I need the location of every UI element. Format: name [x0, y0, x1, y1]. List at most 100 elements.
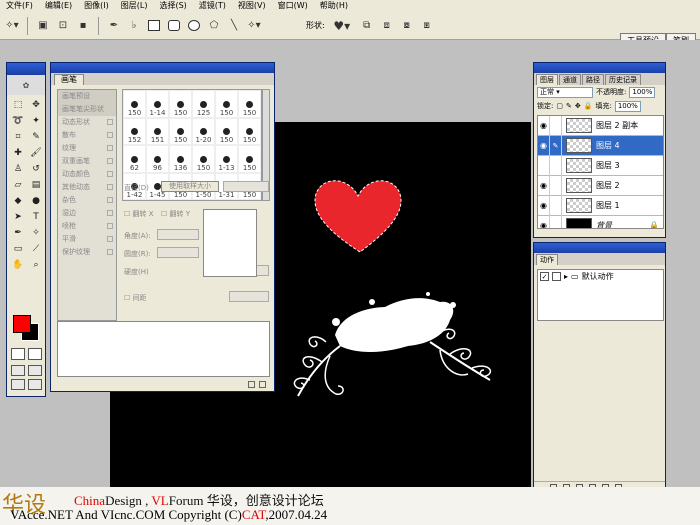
blur-tool-icon[interactable]: ◆: [10, 194, 26, 208]
ellipse-tool-icon[interactable]: [186, 18, 202, 34]
custom-shape-icon[interactable]: ✧▾: [246, 18, 262, 34]
path-select-icon[interactable]: ➤: [10, 210, 26, 224]
menu-select[interactable]: 选择(S): [153, 0, 192, 12]
combine-exclude-icon[interactable]: ⧆: [419, 18, 435, 34]
tool-preset-picker[interactable]: ✧▾: [4, 18, 20, 34]
notes-tool-icon[interactable]: ▭: [10, 242, 26, 256]
polygon-tool-icon[interactable]: ⬠: [206, 18, 222, 34]
layers-titlebar[interactable]: [534, 63, 665, 73]
menu-filter[interactable]: 滤镜(T): [193, 0, 232, 12]
eye-icon[interactable]: ◉: [538, 135, 550, 156]
diameter-field[interactable]: [223, 181, 269, 192]
brush-tip[interactable]: 150: [238, 90, 261, 118]
tab-paths[interactable]: 路径: [582, 74, 604, 85]
brush-tip[interactable]: 62: [123, 145, 146, 173]
texture-item[interactable]: 纹理: [58, 142, 116, 155]
use-sample-size-button[interactable]: 使用取样大小: [161, 181, 219, 192]
brush-tip[interactable]: 150: [169, 90, 192, 118]
paths-button[interactable]: ⊡: [55, 18, 71, 34]
eye-icon[interactable]: [538, 155, 550, 176]
toolbox-titlebar[interactable]: [7, 63, 45, 75]
brush-tip[interactable]: 150: [169, 117, 192, 145]
hand-tool-icon[interactable]: ✋: [10, 258, 26, 272]
brush-tip-shape-item[interactable]: 画笔笔尖形状: [58, 103, 116, 116]
menu-layer[interactable]: 图层(L): [115, 0, 154, 12]
pen-tool-icon[interactable]: ✒: [106, 18, 122, 34]
brush-tip[interactable]: 136: [169, 145, 192, 173]
brush-tip[interactable]: 150: [215, 90, 238, 118]
screen-mode-standard-button[interactable]: [11, 365, 25, 376]
dialog-toggle-icon[interactable]: [552, 272, 561, 281]
fill-field[interactable]: 100%: [614, 100, 641, 112]
color-dynamics-item[interactable]: 动态颜色: [58, 168, 116, 181]
brush-tool-icon[interactable]: 🖌: [28, 146, 44, 160]
brush-tip[interactable]: 96: [146, 145, 169, 173]
airbrush-item[interactable]: 喷枪: [58, 220, 116, 233]
line-tool-icon[interactable]: ╲: [226, 18, 242, 34]
actions-titlebar[interactable]: [534, 243, 665, 253]
history-brush-icon[interactable]: ↺: [28, 162, 44, 176]
spacing-checkbox[interactable]: ☐ 间距: [124, 293, 147, 303]
shape-picker-heart-icon[interactable]: ♥▾: [329, 18, 355, 34]
brush-tip[interactable]: 150: [238, 145, 261, 173]
scattering-item[interactable]: 散布: [58, 129, 116, 142]
marquee-tool-icon[interactable]: ⬚: [10, 98, 26, 112]
lock-transparent-icon[interactable]: ▢: [556, 102, 563, 110]
menu-edit[interactable]: 编辑(E): [39, 0, 78, 12]
slice-tool-icon[interactable]: ✎: [28, 130, 44, 144]
eraser-tool-icon[interactable]: ▱: [10, 178, 26, 192]
other-dynamics-item[interactable]: 其他动态: [58, 181, 116, 194]
jump-to-imageready-button[interactable]: [28, 379, 42, 390]
magic-wand-icon[interactable]: ✦: [28, 114, 44, 128]
menu-help[interactable]: 帮助(H): [314, 0, 354, 12]
brush-tip[interactable]: 1-13: [215, 145, 238, 173]
layer-row[interactable]: ◉ 图层 2 副本: [538, 116, 663, 136]
combine-subtract-icon[interactable]: ⧈: [379, 18, 395, 34]
eyedropper-icon[interactable]: ⟋: [28, 242, 44, 256]
angle-field[interactable]: [157, 229, 199, 240]
dual-brush-item[interactable]: 双重画笔: [58, 155, 116, 168]
blend-mode-select[interactable]: 正常 ▾: [537, 86, 593, 98]
menu-view[interactable]: 视图(V): [232, 0, 272, 12]
flip-x-checkbox[interactable]: ☐ 翻转 X: [124, 209, 154, 219]
brush-tip[interactable]: 150: [238, 117, 261, 145]
shape-layers-button[interactable]: ▣: [35, 18, 51, 34]
checkmark-icon[interactable]: ✓: [540, 272, 549, 281]
eye-icon[interactable]: ◉: [538, 175, 550, 196]
tab-channels[interactable]: 通道: [559, 74, 581, 85]
brush-tip[interactable]: 150: [123, 90, 146, 118]
healing-brush-icon[interactable]: ✚: [10, 146, 26, 160]
menu-image[interactable]: 图像(I): [78, 0, 115, 12]
brushes-titlebar[interactable]: [51, 63, 274, 73]
opacity-field[interactable]: 100%: [629, 86, 656, 98]
fill-pixels-button[interactable]: ▪: [75, 18, 91, 34]
eye-icon[interactable]: ◉: [538, 215, 550, 228]
brush-tip[interactable]: 150: [192, 145, 215, 173]
link-slot[interactable]: [550, 116, 562, 136]
type-tool-icon[interactable]: T: [28, 210, 44, 224]
lock-position-icon[interactable]: ✥: [575, 102, 581, 110]
gradient-tool-icon[interactable]: ▤: [28, 178, 44, 192]
standard-mode-button[interactable]: [11, 348, 25, 360]
freeform-pen-icon[interactable]: ♭: [126, 18, 142, 34]
lock-all-icon[interactable]: 🔒: [584, 102, 593, 110]
eye-icon[interactable]: ◉: [538, 116, 550, 136]
combine-add-icon[interactable]: ⧉: [359, 18, 375, 34]
screen-mode-full-button[interactable]: [11, 379, 25, 390]
delete-brush-icon[interactable]: [259, 381, 266, 388]
rounded-rect-tool-icon[interactable]: [166, 18, 182, 34]
adobe-logo-icon[interactable]: ✿: [7, 75, 45, 95]
layer-row[interactable]: ◉ ✎ 图层 4: [538, 135, 663, 156]
link-slot[interactable]: [550, 175, 562, 196]
action-set-row[interactable]: ✓ ▸ ▭ 默认动作: [538, 270, 663, 283]
combine-intersect-icon[interactable]: ⧇: [399, 18, 415, 34]
spacing-field[interactable]: [229, 291, 269, 302]
wet-edges-item[interactable]: 湿边: [58, 207, 116, 220]
protect-texture-item[interactable]: 保护纹理: [58, 246, 116, 259]
tab-actions[interactable]: 动作: [536, 254, 558, 265]
roundness-field[interactable]: [157, 247, 199, 258]
quick-mask-button[interactable]: [28, 348, 42, 360]
brush-tip[interactable]: 1-14: [146, 90, 169, 118]
expand-triangle-icon[interactable]: ▸: [564, 272, 568, 281]
tab-layers[interactable]: 图层: [536, 74, 558, 85]
